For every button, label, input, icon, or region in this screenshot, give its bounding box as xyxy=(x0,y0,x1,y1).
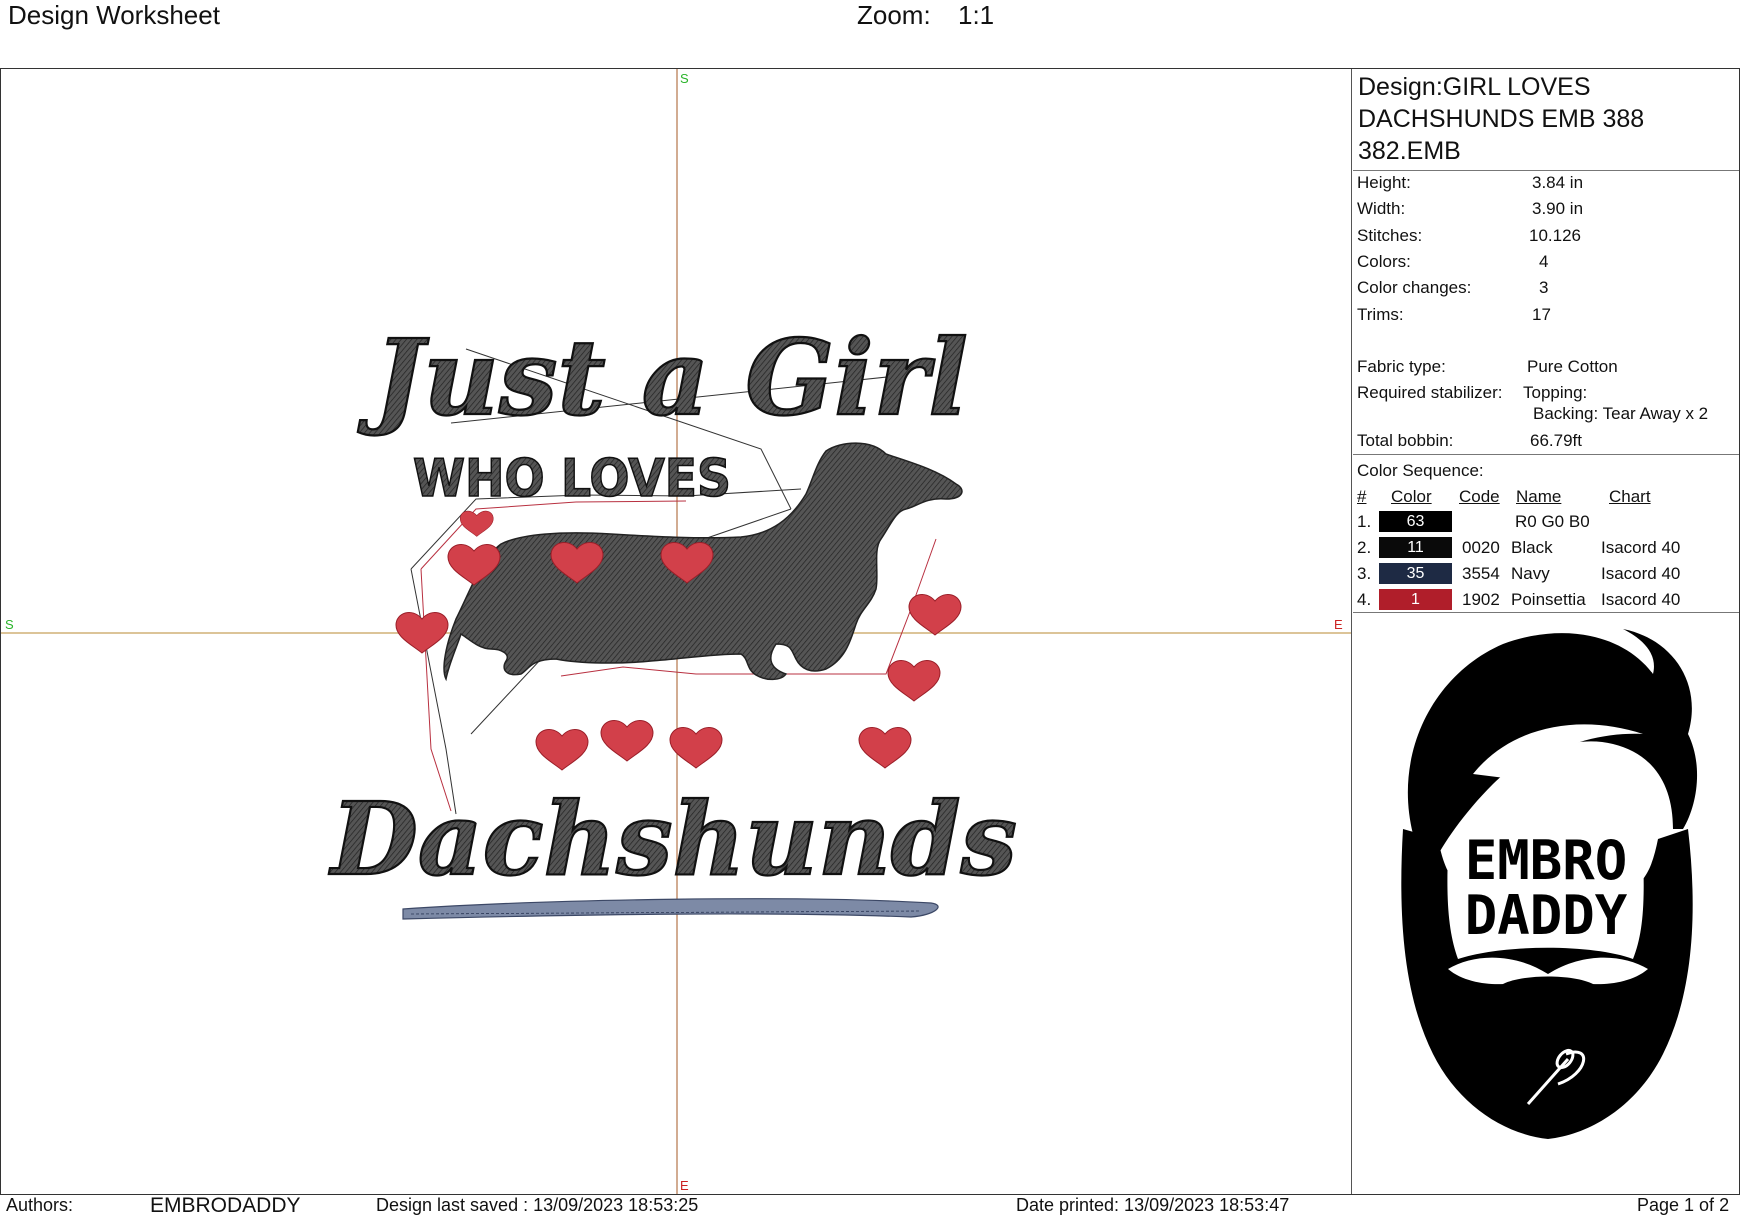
artwork-line-1: Just a Girl xyxy=(357,316,968,439)
design-canvas[interactable]: S E S E Just a Girl WHO LOVES Dachshunds xyxy=(1,69,1352,1194)
date-printed: Date printed: 13/09/2023 18:53:47 xyxy=(1016,1195,1290,1215)
page-indicator: Page 1 of 2 xyxy=(1637,1195,1730,1215)
design-name-line: DACHSHUNDS EMB 388 xyxy=(1358,105,1645,133)
worksheet-title: Design Worksheet xyxy=(8,0,220,30)
heart xyxy=(887,659,941,702)
col-header-chart: Chart xyxy=(1609,487,1651,506)
zoom-value[interactable]: 1:1 xyxy=(958,0,994,31)
underline-swash xyxy=(402,898,939,920)
color-sequence: Color Sequence: # Color Code Name Chart … xyxy=(1353,455,1739,613)
color-swatch: 63 xyxy=(1379,511,1452,532)
color-row-1[interactable]: 1. 63 R0 G0 B0 xyxy=(1353,510,1739,534)
authors-label: Authors: xyxy=(6,1195,74,1215)
logo-text-line-1: EMBRO xyxy=(1465,829,1628,892)
design-name: Design:GIRL LOVES DACHSHUNDS EMB 388 382… xyxy=(1353,69,1739,171)
col-header-num: # xyxy=(1357,487,1367,506)
worksheet-footer: Authors: EMBRODADDY Design last saved : … xyxy=(0,1194,1740,1223)
heart xyxy=(669,726,723,769)
design-preview: S E S E Just a Girl WHO LOVES Dachshunds xyxy=(1,69,1351,1194)
zoom-label: Zoom: xyxy=(857,0,931,30)
color-row-2[interactable]: 2. 11 0020 Black Isacord 40 xyxy=(1353,536,1739,560)
design-info-panel: Design:GIRL LOVES DACHSHUNDS EMB 388 382… xyxy=(1353,69,1739,1194)
heart xyxy=(459,510,494,537)
col-header-name: Name xyxy=(1516,487,1562,506)
authors-value: EMBRODADDY xyxy=(150,1194,301,1217)
bearded-man-icon: EMBRO DADDY xyxy=(1401,629,1698,1139)
brand-logo: EMBRO DADDY xyxy=(1353,614,1739,1194)
worksheet-header: Design Worksheet Zoom: 1:1 xyxy=(0,0,1740,68)
axis-label-bottom: E xyxy=(680,1178,689,1193)
heart xyxy=(908,593,962,636)
color-swatch: 11 xyxy=(1379,537,1452,558)
color-row-4[interactable]: 4. 1 1902 Poinsettia Isacord 40 xyxy=(1353,588,1739,612)
artwork-line-2: WHO LOVES xyxy=(413,449,731,509)
heart xyxy=(395,611,449,654)
heart xyxy=(600,719,654,762)
axis-label-top: S xyxy=(680,71,689,86)
heart xyxy=(535,728,589,771)
design-name-line: Design:GIRL LOVES xyxy=(1358,73,1591,101)
design-last-saved: Design last saved : 13/09/2023 18:53:25 xyxy=(376,1195,699,1215)
col-header-color: Color xyxy=(1391,487,1432,506)
axis-label-left: S xyxy=(5,617,14,632)
design-name-line: 382.EMB xyxy=(1358,137,1461,165)
worksheet-frame: S E S E Just a Girl WHO LOVES Dachshunds… xyxy=(0,68,1740,1195)
logo-text-line-2: DADDY xyxy=(1465,884,1628,947)
color-swatch: 1 xyxy=(1379,589,1452,610)
axis-label-right: E xyxy=(1334,617,1343,632)
color-row-3[interactable]: 3. 35 3554 Navy Isacord 40 xyxy=(1353,562,1739,586)
heart xyxy=(858,726,912,769)
artwork-line-3: Dachshunds xyxy=(328,780,1017,898)
col-header-code: Code xyxy=(1459,487,1500,506)
color-swatch: 35 xyxy=(1379,563,1452,584)
color-sequence-title: Color Sequence: xyxy=(1357,461,1484,480)
design-stats: Height: 3.84 in Width: 3.90 in Stitches: 10… xyxy=(1353,171,1739,455)
